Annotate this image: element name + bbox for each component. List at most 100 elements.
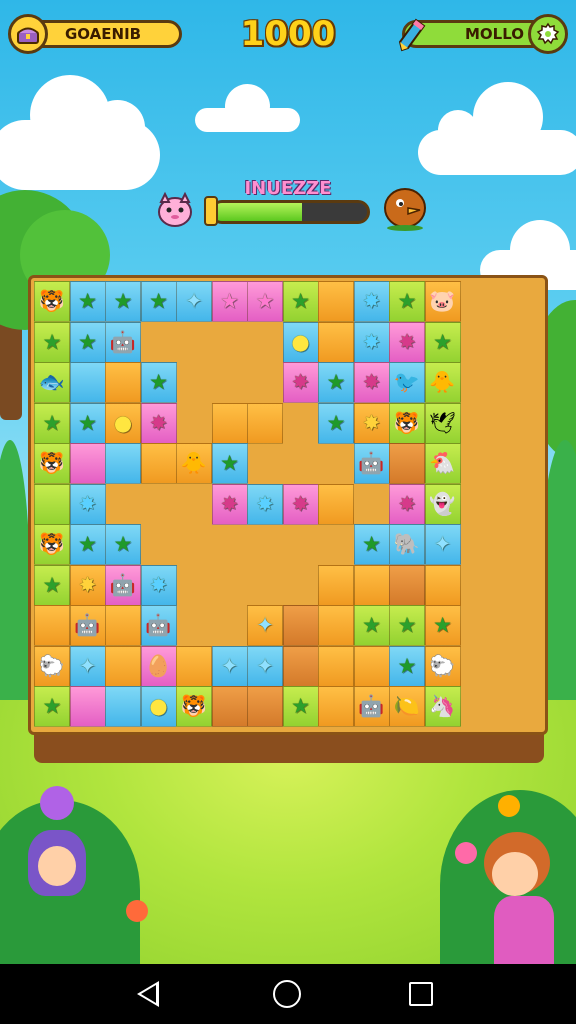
board-tile[interactable] bbox=[282, 645, 319, 687]
board-tile[interactable]: 🐦 bbox=[389, 362, 425, 403]
board-tile[interactable]: ✸ bbox=[211, 483, 248, 525]
board-tile[interactable]: ✦ bbox=[247, 645, 283, 687]
board-tile[interactable]: ✸ bbox=[389, 321, 425, 363]
board-tile[interactable] bbox=[318, 483, 354, 525]
board-tile[interactable]: ★ bbox=[69, 402, 106, 444]
board-tile[interactable] bbox=[318, 645, 354, 687]
board-tile[interactable]: ★ bbox=[353, 605, 390, 646]
board-tile[interactable] bbox=[69, 443, 106, 484]
board-tile[interactable]: 🐘 bbox=[389, 524, 425, 565]
right-hud[interactable]: MOLLO bbox=[394, 14, 570, 54]
board-tile[interactable]: 🐥 bbox=[176, 443, 212, 484]
board-tile[interactable]: ★ bbox=[282, 281, 319, 322]
board-tile[interactable] bbox=[353, 645, 390, 687]
home-circle-icon[interactable] bbox=[273, 980, 301, 1008]
board-tile[interactable]: ✸ bbox=[140, 402, 177, 444]
board-tile[interactable]: ★ bbox=[318, 362, 354, 403]
board-tile[interactable] bbox=[105, 605, 141, 646]
board-tile[interactable]: 🥚 bbox=[140, 645, 177, 687]
board-tile[interactable]: ✸ bbox=[282, 483, 319, 525]
board-tile[interactable] bbox=[318, 605, 354, 646]
board-tile[interactable]: 🤖 bbox=[69, 605, 106, 646]
board-tile[interactable] bbox=[318, 686, 354, 727]
board-tile[interactable] bbox=[389, 564, 425, 606]
board-tile[interactable] bbox=[424, 564, 461, 606]
board-tile[interactable]: ✦ bbox=[69, 645, 106, 687]
board-tile[interactable] bbox=[105, 362, 141, 403]
board-tile[interactable]: 🐷 bbox=[424, 281, 461, 322]
board-tile[interactable]: ★ bbox=[247, 281, 283, 322]
board-tile[interactable]: 🍋 bbox=[389, 686, 425, 727]
board-tile[interactable]: ✸ bbox=[247, 483, 283, 525]
board-tile[interactable]: ★ bbox=[140, 362, 177, 403]
board-tile[interactable]: ✸ bbox=[389, 483, 425, 525]
board-tile[interactable] bbox=[211, 686, 248, 727]
board-tile[interactable]: ✸ bbox=[353, 362, 390, 403]
board-tile[interactable]: ✦ bbox=[176, 281, 212, 322]
board-tile[interactable] bbox=[105, 686, 141, 727]
pencil-icon[interactable] bbox=[396, 16, 426, 52]
board-tile[interactable] bbox=[353, 564, 390, 606]
board-tile[interactable]: ★ bbox=[389, 645, 425, 687]
board-tile[interactable]: ★ bbox=[69, 281, 106, 322]
board-tile[interactable]: 🕊 bbox=[424, 402, 461, 444]
board-tile[interactable]: 🐥 bbox=[424, 362, 461, 403]
board-tile[interactable]: ✦ bbox=[424, 524, 461, 565]
board-tile[interactable] bbox=[140, 443, 177, 484]
board-tile[interactable] bbox=[105, 443, 141, 484]
board-tile[interactable]: 🐯 bbox=[34, 524, 70, 565]
board-tile[interactable]: 🐯 bbox=[34, 443, 70, 484]
board-tile[interactable]: 🤖 bbox=[105, 564, 141, 606]
board-tile[interactable]: ● bbox=[140, 686, 177, 727]
board-tile[interactable]: 🤖 bbox=[353, 443, 390, 484]
board-tile[interactable] bbox=[318, 564, 354, 606]
board-tile[interactable] bbox=[247, 402, 283, 444]
board-tile[interactable]: ★ bbox=[34, 402, 70, 444]
board-tile[interactable]: ★ bbox=[140, 281, 177, 322]
board-tile[interactable]: ★ bbox=[69, 524, 106, 565]
board-tile[interactable]: ★ bbox=[211, 443, 248, 484]
board-tile[interactable] bbox=[247, 686, 283, 727]
board-tile[interactable]: ★ bbox=[424, 321, 461, 363]
board-tile[interactable]: 🤖 bbox=[353, 686, 390, 727]
board-tile[interactable]: ● bbox=[282, 321, 319, 363]
board-tile[interactable]: ★ bbox=[34, 564, 70, 606]
board-tile[interactable]: ★ bbox=[211, 281, 248, 322]
board-tile[interactable]: ★ bbox=[105, 281, 141, 322]
board-tile[interactable]: 🐯 bbox=[34, 281, 70, 322]
board-tile[interactable]: ✸ bbox=[353, 281, 390, 322]
board-tile[interactable]: 🐑 bbox=[34, 645, 70, 687]
board-tile[interactable]: ★ bbox=[34, 686, 70, 727]
board-tile[interactable]: ★ bbox=[389, 605, 425, 646]
board-tile[interactable]: 👻 bbox=[424, 483, 461, 525]
board-tile[interactable]: ✸ bbox=[353, 402, 390, 444]
board-tile[interactable]: ★ bbox=[353, 524, 390, 565]
board-tile[interactable] bbox=[318, 281, 354, 322]
gear-icon[interactable] bbox=[528, 14, 568, 54]
board-tile[interactable]: 🤖 bbox=[140, 605, 177, 646]
board-tile[interactable]: ✦ bbox=[211, 645, 248, 687]
board-tile[interactable]: 🐔 bbox=[424, 443, 461, 484]
board-tile[interactable]: ✦ bbox=[247, 605, 283, 646]
board-tile[interactable]: 🐯 bbox=[176, 686, 212, 727]
board-tile[interactable]: 🐑 bbox=[424, 645, 461, 687]
board-tile[interactable]: ★ bbox=[424, 605, 461, 646]
board-tile[interactable]: 🐟 bbox=[34, 362, 70, 403]
board-tile[interactable]: ✸ bbox=[69, 483, 106, 525]
board-tile[interactable]: 🤖 bbox=[105, 321, 141, 363]
board-tile[interactable]: ★ bbox=[34, 321, 70, 363]
puzzle-board[interactable]: 🐯 ★ ★ ★ ✦ ★ ★ ★ ✸ ★ 🐷 ★ ★ 🤖 ● ✸ ✸ ★ 🐟 ★ ✸ ★ ✸ 🐦 🐥 ★ ★ ● ✸ ★ ✸ 🐯 🕊 🐯 🐥 ★ 🤖 🐔 ✸ ✸… bbox=[28, 275, 548, 735]
board-tile[interactable] bbox=[211, 402, 248, 444]
board-tile[interactable] bbox=[69, 686, 106, 727]
board-tile[interactable]: ● bbox=[105, 402, 141, 444]
board-tile[interactable] bbox=[282, 605, 319, 646]
back-triangle-icon[interactable] bbox=[137, 981, 159, 1007]
board-tile[interactable]: ✸ bbox=[282, 362, 319, 403]
board-tile[interactable] bbox=[389, 443, 425, 484]
board-tile[interactable]: ★ bbox=[105, 524, 141, 565]
board-tile[interactable] bbox=[69, 362, 106, 403]
board-tile[interactable]: ✸ bbox=[140, 564, 177, 606]
recent-square-icon[interactable] bbox=[409, 982, 433, 1006]
board-tile[interactable] bbox=[34, 605, 70, 646]
board-tile[interactable] bbox=[176, 645, 212, 687]
